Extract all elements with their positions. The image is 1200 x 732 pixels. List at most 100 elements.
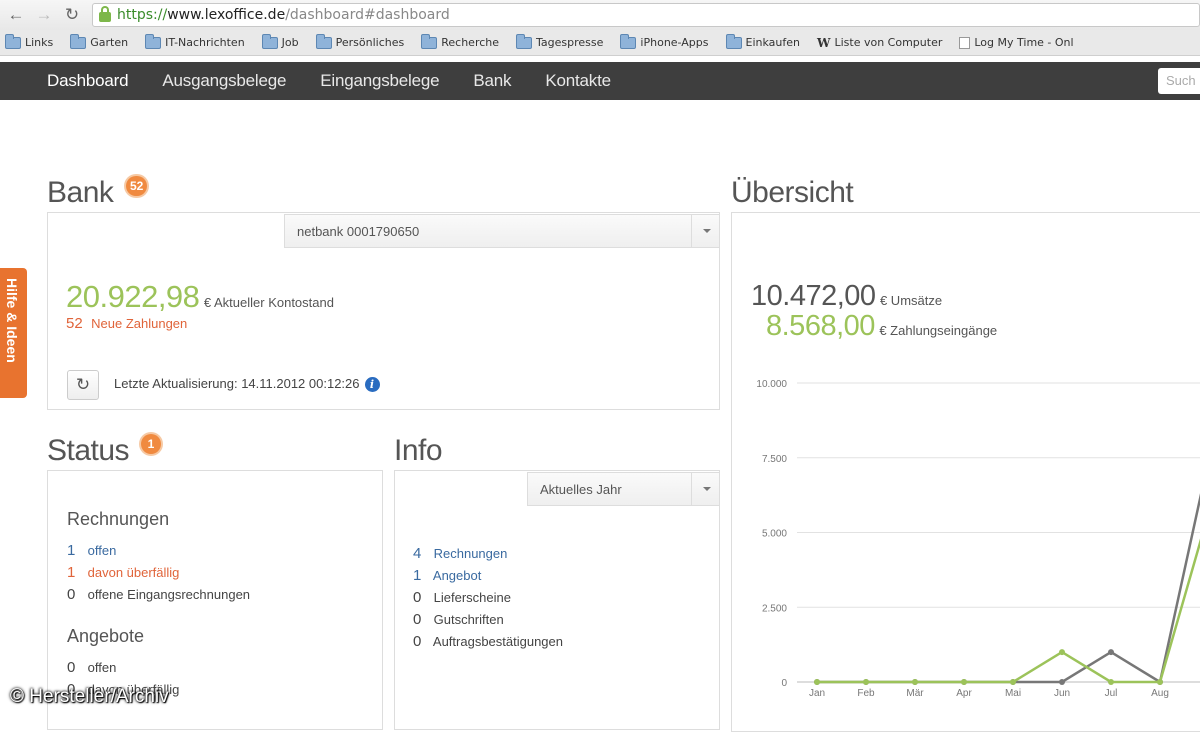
bookmark-item[interactable]: Links: [5, 33, 54, 49]
x-tick-label: Mär: [906, 688, 924, 699]
bookmark-label: Garten: [90, 36, 129, 49]
y-tick-label: 10.000: [756, 379, 787, 390]
status-title: Status: [47, 434, 130, 467]
lock-icon: [99, 6, 111, 22]
chevron-down-icon: [691, 473, 719, 505]
series-line: [817, 493, 1200, 684]
folder-icon: [620, 33, 637, 49]
folder-icon: [725, 33, 742, 49]
nav-bank[interactable]: Bank: [473, 71, 511, 91]
sales-label: € Umsätze: [879, 293, 943, 308]
last-update-text: Letzte Aktualisierung: 14.11.2012 00:12:…: [114, 376, 360, 391]
x-tick-label: Jul: [1105, 688, 1118, 699]
last-update: Letzte Aktualisierung: 14.11.2012 00:12:…: [114, 376, 380, 393]
account-select[interactable]: netbank 0001790650: [284, 214, 720, 248]
account-select-value: netbank 0001790650: [297, 224, 420, 239]
data-point: [814, 679, 820, 685]
data-point: [912, 679, 918, 685]
folder-icon: [5, 33, 21, 49]
bookmark-label: Links: [25, 36, 54, 49]
overview-title: Übersicht: [731, 176, 854, 209]
bookmark-item[interactable]: Recherche: [421, 33, 499, 49]
bookmark-label: Persönliches: [335, 36, 405, 49]
folder-icon: [261, 33, 278, 49]
folder-icon: [421, 33, 438, 49]
period-select[interactable]: Aktuelles Jahr: [527, 472, 720, 506]
info-panel: Aktuelles Jahr 4 Rechnungen 1 Angebot 0 …: [394, 470, 720, 730]
bookmark-label: IT-Nachrichten: [165, 36, 245, 49]
help-tab-label: Hilfe & Ideen: [4, 278, 20, 363]
info-icon[interactable]: i: [364, 377, 380, 393]
info-title: Info: [394, 434, 443, 467]
bookmark-item[interactable]: Garten: [70, 33, 129, 49]
watermark: © Hersteller/Archiv: [10, 686, 169, 707]
bookmark-item[interactable]: Einkaufen: [725, 33, 800, 49]
receipts-value: 8.568,00: [766, 310, 875, 342]
url-scheme: https://: [117, 7, 168, 23]
folder-icon: [315, 33, 332, 49]
y-tick-label: 5.000: [762, 529, 787, 540]
bookmark-item[interactable]: iPhone-Apps: [620, 33, 709, 49]
x-tick-label: Feb: [857, 688, 875, 699]
series-line: [817, 538, 1200, 684]
refresh-icon[interactable]: ↻: [67, 370, 99, 400]
bookmark-label: Log My Time - Onl: [974, 36, 1074, 49]
data-point: [1059, 679, 1065, 685]
chevron-down-icon: [691, 215, 719, 247]
status-row-ueberfaellig[interactable]: 1 davon überfällig: [67, 564, 179, 581]
status-badge: 1: [141, 434, 161, 454]
bookmark-item[interactable]: Persönliches: [315, 33, 405, 49]
status-row-offen[interactable]: 1 offen: [67, 542, 116, 559]
bookmark-item[interactable]: W Liste von Computer: [817, 36, 942, 50]
nav-eingangsbelege[interactable]: Eingangsbelege: [320, 71, 439, 91]
nav-kontakte[interactable]: Kontakte: [545, 71, 611, 91]
bookmark-item[interactable]: Log My Time - Onl: [959, 36, 1074, 49]
new-payments-label: Neue Zahlungen: [91, 316, 188, 331]
url-bar[interactable]: https://www.lexoffice.de/dashboard#dashb…: [92, 3, 1200, 27]
bookmarks-bar: Links Garten IT-Nachrichten Job Persönliches…: [0, 30, 1200, 56]
receipts-label: € Zahlungseingänge: [879, 323, 998, 338]
nav-ausgangsbelege[interactable]: Ausgangsbelege: [162, 71, 286, 91]
bookmark-item[interactable]: Tagespresse: [516, 33, 603, 49]
new-payments[interactable]: 52 Neue Zahlungen: [66, 315, 187, 333]
info-row-lieferscheine: 0 Lieferscheine: [413, 589, 511, 606]
balance-block: 20.922,98 € Aktueller Kontostand: [66, 279, 334, 315]
wikipedia-icon: W: [817, 35, 831, 50]
angebote-heading: Angebote: [67, 626, 145, 646]
bookmark-item[interactable]: Job: [261, 33, 299, 49]
new-payments-count: 52: [66, 315, 83, 332]
url-host: www.lexoffice.de: [167, 7, 286, 23]
search-input[interactable]: Such: [1158, 68, 1200, 94]
y-tick-label: 0: [781, 678, 787, 689]
data-point: [1157, 679, 1163, 685]
revenue-line-chart: 10.000 7.500 5.000 2.500 0 Jan Feb Mär Apr Mai Jun…: [756, 379, 1200, 699]
y-tick-label: 7.500: [762, 454, 787, 465]
status-row-eingangsrechnungen: 0 offene Eingangsrechnungen: [67, 586, 251, 603]
angebote-row-offen: 0 offen: [67, 659, 117, 676]
info-row-auftragsbestaetigungen: 0 Auftragsbestätigungen: [413, 633, 564, 650]
bookmark-label: Liste von Computer: [834, 36, 943, 49]
app-navigation: Dashboard Ausgangsbelege Eingangsbelege …: [0, 62, 1200, 100]
folder-icon: [145, 33, 162, 49]
x-tick-label: Aug: [1151, 688, 1169, 699]
forward-arrow-icon[interactable]: →: [32, 3, 56, 27]
x-tick-label: Jun: [1054, 688, 1070, 699]
x-tick-label: Apr: [956, 688, 972, 699]
info-row-rechnungen[interactable]: 4 Rechnungen: [413, 545, 507, 562]
bank-panel: netbank 0001790650 20.922,98 € Aktueller…: [47, 212, 720, 410]
period-select-value: Aktuelles Jahr: [540, 482, 622, 497]
balance-label: € Aktueller Kontostand: [203, 295, 334, 310]
bookmark-label: iPhone-Apps: [640, 36, 709, 49]
nav-dashboard[interactable]: Dashboard: [47, 71, 129, 91]
reload-icon[interactable]: ↻: [60, 3, 84, 27]
bookmark-item[interactable]: IT-Nachrichten: [145, 33, 245, 49]
data-point: [1010, 679, 1016, 685]
info-row-angebot[interactable]: 1 Angebot: [413, 567, 481, 584]
url-path: /dashboard#dashboard: [285, 7, 450, 23]
help-ideas-tab[interactable]: Hilfe & Ideen: [0, 268, 27, 398]
back-arrow-icon[interactable]: ←: [4, 3, 28, 27]
data-point: [1059, 649, 1065, 656]
rechnungen-heading: Rechnungen: [67, 509, 170, 529]
data-point: [863, 679, 869, 685]
folder-icon: [70, 33, 87, 49]
